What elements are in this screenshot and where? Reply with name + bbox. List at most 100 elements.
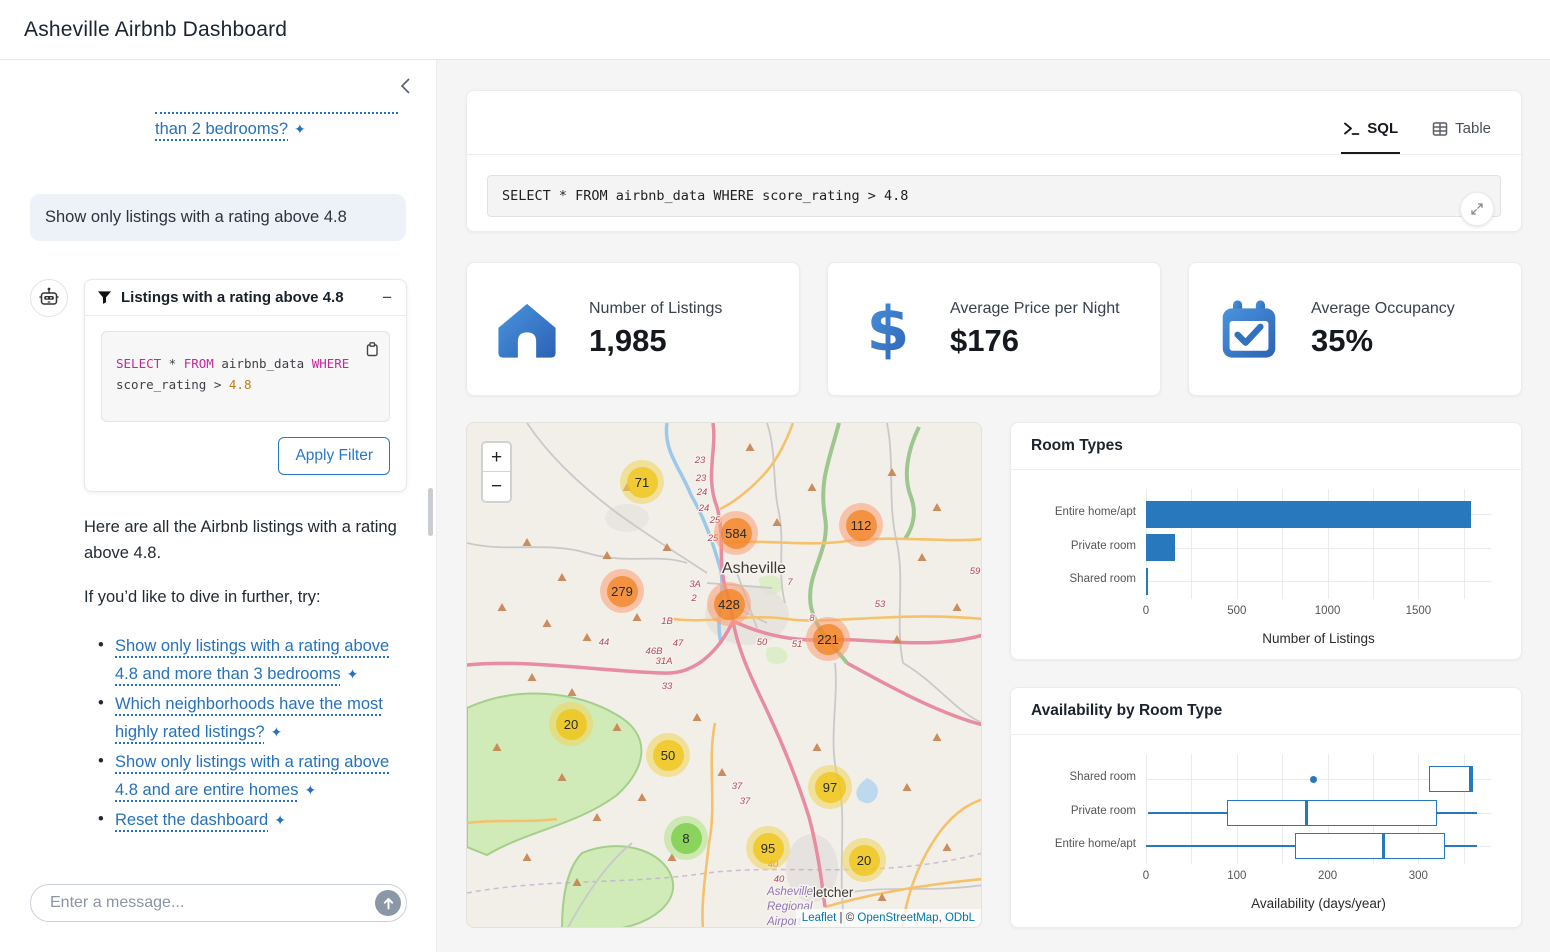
map-tiles: 23 23 24 24 25 25 3A 2 1B 44 46B 47 31A …: [467, 423, 982, 928]
tab-label: SQL: [1367, 120, 1398, 137]
minimize-filter-button[interactable]: −: [380, 289, 394, 306]
expand-editor-button[interactable]: [1460, 192, 1494, 226]
suggestion-text: Reset the dashboard: [115, 811, 268, 829]
listings-map[interactable]: 23 23 24 24 25 25 3A 2 1B 44 46B 47 31A …: [466, 422, 982, 928]
svg-text:$: $: [867, 297, 910, 361]
map-cluster[interactable]: 71: [620, 460, 664, 504]
dotted-underline-remnant: [155, 112, 398, 114]
message-input[interactable]: [30, 884, 407, 922]
cluster-count: 50: [653, 740, 684, 771]
map-cluster[interactable]: 279: [600, 569, 644, 613]
median-line: [1305, 800, 1308, 826]
map-cluster[interactable]: 428: [707, 582, 751, 626]
bar: [1146, 568, 1148, 595]
gridline: [1146, 548, 1491, 549]
stat-text: Number of Listings 1,985: [589, 300, 722, 359]
leaflet-link[interactable]: Leaflet: [802, 912, 837, 924]
user-message-bubble: Show only listings with a rating above 4…: [30, 194, 406, 241]
x-tick-label: 100: [1209, 870, 1265, 882]
x-axis-label: Availability (days/year): [1146, 896, 1491, 911]
road-label: 7: [787, 577, 793, 588]
x-tick-label: 200: [1300, 870, 1356, 882]
list-item: Show only listings with a rating above 4…: [98, 632, 408, 688]
chat-input-row: [30, 884, 407, 922]
send-button[interactable]: [375, 890, 401, 916]
collapse-sidebar-button[interactable]: [398, 74, 422, 98]
road-label: 23: [694, 455, 706, 466]
assistant-intro: Here are all the Airbnb listings with a …: [84, 514, 408, 566]
apply-filter-button[interactable]: Apply Filter: [278, 437, 390, 475]
road-label: 33: [662, 681, 673, 692]
map-cluster[interactable]: 584: [714, 511, 758, 555]
chart-body: 0100200300Shared roomPrivate roomEntire …: [1011, 735, 1521, 911]
osm-link[interactable]: OpenStreetMap: [857, 912, 938, 924]
suggestion-text: Which neighborhoods have the most highly…: [115, 695, 383, 741]
map-cluster[interactable]: 112: [839, 503, 883, 547]
sql-editor-wrap: SELECT * FROM airbnb_data WHERE score_ra…: [467, 155, 1521, 217]
road-label: 40: [774, 874, 785, 885]
map-cluster[interactable]: 20: [842, 838, 886, 882]
bar: [1146, 534, 1175, 561]
suggestion-link[interactable]: Show only listings with a rating above 4…: [115, 637, 389, 683]
cluster-count: 97: [815, 772, 846, 803]
app-header: Asheville Airbnb Dashboard: [0, 0, 1550, 60]
suggestion-text: Show only listings with a rating above 4…: [115, 753, 389, 799]
gridline: [1191, 754, 1192, 864]
stat-text: Average Occupancy 35%: [1311, 300, 1455, 359]
expand-icon: [1470, 202, 1484, 216]
cluster-count: 279: [607, 576, 638, 607]
box: [1429, 766, 1473, 792]
list-item: Reset the dashboard✦: [98, 806, 408, 834]
query-tabs: SQL Table: [467, 91, 1521, 155]
suggestion-link[interactable]: Reset the dashboard✦: [115, 811, 286, 829]
page-title: Asheville Airbnb Dashboard: [24, 18, 287, 42]
bot-avatar: [30, 279, 68, 317]
map-cluster[interactable]: 20: [549, 702, 593, 746]
suggestion-link[interactable]: Which neighborhoods have the most highly…: [115, 695, 383, 741]
stat-label: Number of Listings: [589, 300, 722, 318]
y-category-label: Private room: [1003, 805, 1136, 817]
table-icon: [1432, 121, 1448, 137]
robot-icon: [37, 286, 61, 310]
gridline: [1146, 581, 1491, 582]
filter-sql-query: SELECT * FROM airbnb_data WHERE score_ra…: [116, 354, 366, 395]
assistant-prompt: If you’d like to dive in further, try:: [84, 584, 408, 610]
map-cluster[interactable]: 97: [808, 765, 852, 809]
cluster-count: 95: [753, 833, 784, 864]
map-cluster[interactable]: 50: [646, 733, 690, 777]
suggestion-link[interactable]: Show only listings with a rating above 4…: [115, 753, 389, 799]
cluster-count: 428: [714, 589, 745, 620]
road-label: 44: [599, 637, 610, 648]
sql-editor[interactable]: SELECT * FROM airbnb_data WHERE score_ra…: [487, 175, 1501, 217]
cluster-count: 71: [627, 467, 658, 498]
copy-icon[interactable]: [363, 340, 381, 358]
map-cluster[interactable]: 8: [664, 816, 708, 860]
zoom-in-button[interactable]: +: [483, 443, 510, 472]
previous-suggestion-partial: than 2 bedrooms?✦: [155, 112, 400, 144]
y-category-label: Entire home/apt: [1003, 506, 1136, 518]
stat-value: 35%: [1311, 323, 1455, 359]
box: [1227, 800, 1437, 826]
bar: [1146, 501, 1471, 528]
sql-number: 4.8: [229, 377, 252, 392]
road-label: 50: [757, 637, 768, 648]
road-label: 37: [732, 781, 743, 792]
dashboard-main: SQL Table SELECT * FROM airbnb_data WHER…: [437, 60, 1550, 952]
road-label: 23: [695, 473, 707, 484]
tab-table[interactable]: Table: [1430, 120, 1493, 154]
filter-title: Listings with a rating above 4.8: [121, 289, 371, 306]
x-tick-label: 300: [1390, 870, 1446, 882]
sql-keyword: WHERE: [312, 356, 350, 371]
map-cluster[interactable]: 95: [746, 826, 790, 870]
sparkle-icon: ✦: [304, 776, 316, 804]
stat-card-occupancy: Average Occupancy 35%: [1188, 262, 1522, 396]
scrollbar-thumb[interactable]: [428, 488, 433, 536]
sql-text: airbnb_data: [214, 356, 312, 371]
filter-card-header: Listings with a rating above 4.8 −: [85, 280, 406, 316]
map-cluster[interactable]: 221: [806, 617, 850, 661]
x-tick-label: 0: [1118, 870, 1174, 882]
tab-sql[interactable]: SQL: [1341, 120, 1400, 154]
zoom-out-button[interactable]: −: [483, 472, 510, 501]
suggestion-link-partial[interactable]: than 2 bedrooms?✦: [155, 120, 306, 138]
odbl-link[interactable]: ODbL: [945, 912, 975, 924]
